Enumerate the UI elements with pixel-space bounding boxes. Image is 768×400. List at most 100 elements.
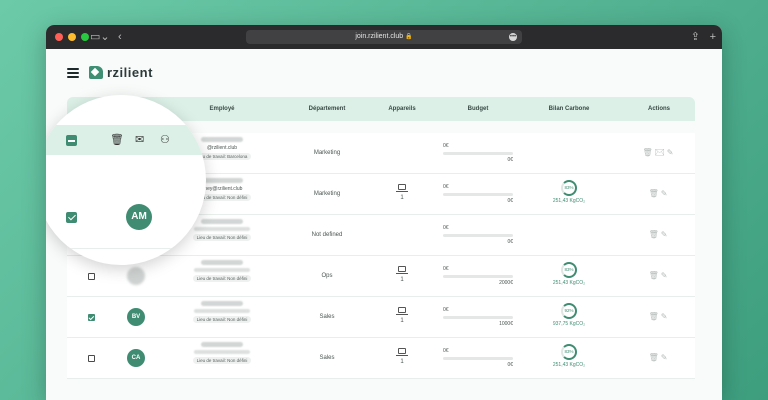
- header-budget[interactable]: Budget: [443, 106, 513, 112]
- carbon-gauge: 83%: [561, 344, 577, 360]
- budget-end: 0€: [507, 157, 513, 163]
- edit-icon[interactable]: ✎: [661, 271, 670, 280]
- budget-bar: [443, 357, 513, 360]
- new-tab-icon[interactable]: +: [710, 30, 716, 44]
- budget-bar: [443, 234, 513, 237]
- back-icon[interactable]: ‹: [118, 30, 122, 44]
- delete-icon[interactable]: 🗑: [649, 312, 661, 321]
- workplace-badge: Lieu de travail: Non défini: [192, 275, 252, 282]
- device-cell[interactable]: 1: [392, 307, 412, 324]
- budget-bar: [443, 275, 513, 278]
- employee-cell: Lieu de travail: Non défini: [182, 260, 262, 282]
- budget-cell: 0€ 0€: [443, 348, 513, 368]
- budget-cell: 0€ 0€: [443, 143, 513, 163]
- share-icon[interactable]: ⇪: [691, 30, 700, 44]
- delete-icon[interactable]: 🗑: [649, 271, 661, 280]
- carbon-value: 251,43 KgCO₂: [552, 198, 586, 204]
- row-checkbox[interactable]: [66, 212, 77, 223]
- header-devices[interactable]: Appareils: [377, 106, 427, 112]
- device-count: 1: [400, 195, 404, 201]
- delete-icon[interactable]: 🗑: [649, 230, 661, 239]
- budget-end: 0€: [507, 362, 513, 368]
- maximize-window-button[interactable]: [81, 33, 89, 41]
- budget-cell: 0€ 0€: [443, 184, 513, 204]
- edit-icon[interactable]: ✎: [661, 189, 670, 198]
- budget-start: 0€: [443, 143, 449, 149]
- row-actions: 🗑✎: [639, 230, 679, 239]
- app-logo[interactable]: rzilient: [89, 65, 153, 80]
- logo-icon: [89, 66, 103, 79]
- budget-cell: 0€ 0€: [443, 225, 513, 245]
- carbon-cell: 92% 937,75 KgCO₂: [547, 303, 591, 327]
- carbon-value: 937,75 KgCO₂: [552, 321, 586, 327]
- mail-icon[interactable]: ✉: [135, 133, 144, 146]
- laptop-icon: [396, 184, 408, 192]
- browser-window: ▭⌄ ‹ join.rzilient.club 🔒 ••• ⇪ + rzilien…: [46, 25, 722, 400]
- department-cell: Marketing: [313, 150, 341, 156]
- row-checkbox[interactable]: [88, 314, 95, 321]
- header-department[interactable]: Département: [292, 106, 362, 112]
- department-cell: Not defined: [311, 232, 343, 238]
- avatar: AM: [126, 204, 152, 230]
- carbon-cell: 83% 251,43 KgCO₂: [547, 262, 591, 286]
- department-cell: Sales: [319, 314, 335, 320]
- laptop-icon: [396, 266, 408, 274]
- device-count: 1: [400, 277, 404, 283]
- address-bar[interactable]: join.rzilient.club 🔒 •••: [246, 30, 522, 44]
- carbon-value: 251,43 KgCO₂: [552, 362, 586, 368]
- row-checkbox[interactable]: [88, 355, 95, 362]
- more-icon[interactable]: •••: [509, 33, 517, 41]
- window-controls: [55, 33, 89, 41]
- avatar: CA: [127, 349, 145, 367]
- budget-bar: [443, 193, 513, 196]
- delete-icon[interactable]: 🗑: [110, 133, 124, 146]
- device-cell[interactable]: 1: [392, 266, 412, 283]
- laptop-icon: [396, 307, 408, 315]
- carbon-gauge: 83%: [561, 180, 577, 196]
- zoom-magnifier: 🗑 ✉ ⚇ AM: [46, 95, 206, 265]
- edit-icon[interactable]: ✎: [661, 353, 670, 362]
- table-row[interactable]: CA Lieu de travail: Non défini Sales 1 0…: [67, 338, 695, 379]
- row-actions: 🗑✎: [639, 271, 679, 280]
- delete-icon[interactable]: 🗑: [649, 189, 661, 198]
- carbon-cell: 83% 251,43 KgCO₂: [547, 180, 591, 204]
- budget-end: 0€: [507, 239, 513, 245]
- edit-icon[interactable]: ✎: [661, 230, 670, 239]
- team-icon[interactable]: ⚇: [160, 133, 170, 146]
- minimize-window-button[interactable]: [68, 33, 76, 41]
- delete-icon[interactable]: 🗑: [642, 148, 654, 157]
- carbon-gauge: 83%: [561, 262, 577, 278]
- header-employee[interactable]: Employé: [182, 106, 262, 112]
- edit-icon[interactable]: ✎: [667, 148, 676, 157]
- carbon-value: 251,43 KgCO₂: [552, 280, 586, 286]
- delete-icon[interactable]: 🗑: [649, 353, 661, 362]
- budget-bar: [443, 316, 513, 319]
- sidebar-toggle-icon[interactable]: ▭⌄: [90, 30, 110, 44]
- budget-cell: 0€ 1000€: [443, 307, 513, 327]
- select-all-checkbox[interactable]: [66, 135, 77, 146]
- department-cell: Marketing: [313, 191, 341, 197]
- device-cell[interactable]: 1: [392, 184, 412, 201]
- edit-icon[interactable]: ✎: [661, 312, 670, 321]
- budget-start: 0€: [443, 225, 449, 231]
- table-row[interactable]: Lieu de travail: Non défini Ops 1 0€ 200…: [67, 256, 695, 297]
- close-window-button[interactable]: [55, 33, 63, 41]
- menu-icon[interactable]: [67, 67, 79, 78]
- budget-start: 0€: [443, 184, 449, 190]
- app-header: rzilient: [67, 65, 153, 80]
- department-cell: Sales: [319, 355, 335, 361]
- workplace-badge: Lieu de travail: Non défini: [192, 357, 252, 364]
- table-row[interactable]: BV Lieu de travail: Non défini Sales 1 0…: [67, 297, 695, 338]
- mail-icon[interactable]: ✉: [655, 148, 667, 157]
- row-actions: 🗑✎: [639, 312, 679, 321]
- header-carbon[interactable]: Bilan Carbone: [537, 106, 601, 112]
- row-checkbox[interactable]: [88, 273, 95, 280]
- budget-end: 2000€: [499, 280, 513, 286]
- url-text: join.rzilient.club: [355, 33, 404, 40]
- row-actions: 🗑✎: [639, 189, 679, 198]
- budget-cell: 0€ 2000€: [443, 266, 513, 286]
- carbon-cell: 83% 251,43 KgCO₂: [547, 344, 591, 368]
- device-cell[interactable]: 1: [392, 348, 412, 365]
- zoomed-row[interactable]: AM: [46, 187, 206, 249]
- header-actions: Actions: [647, 106, 670, 112]
